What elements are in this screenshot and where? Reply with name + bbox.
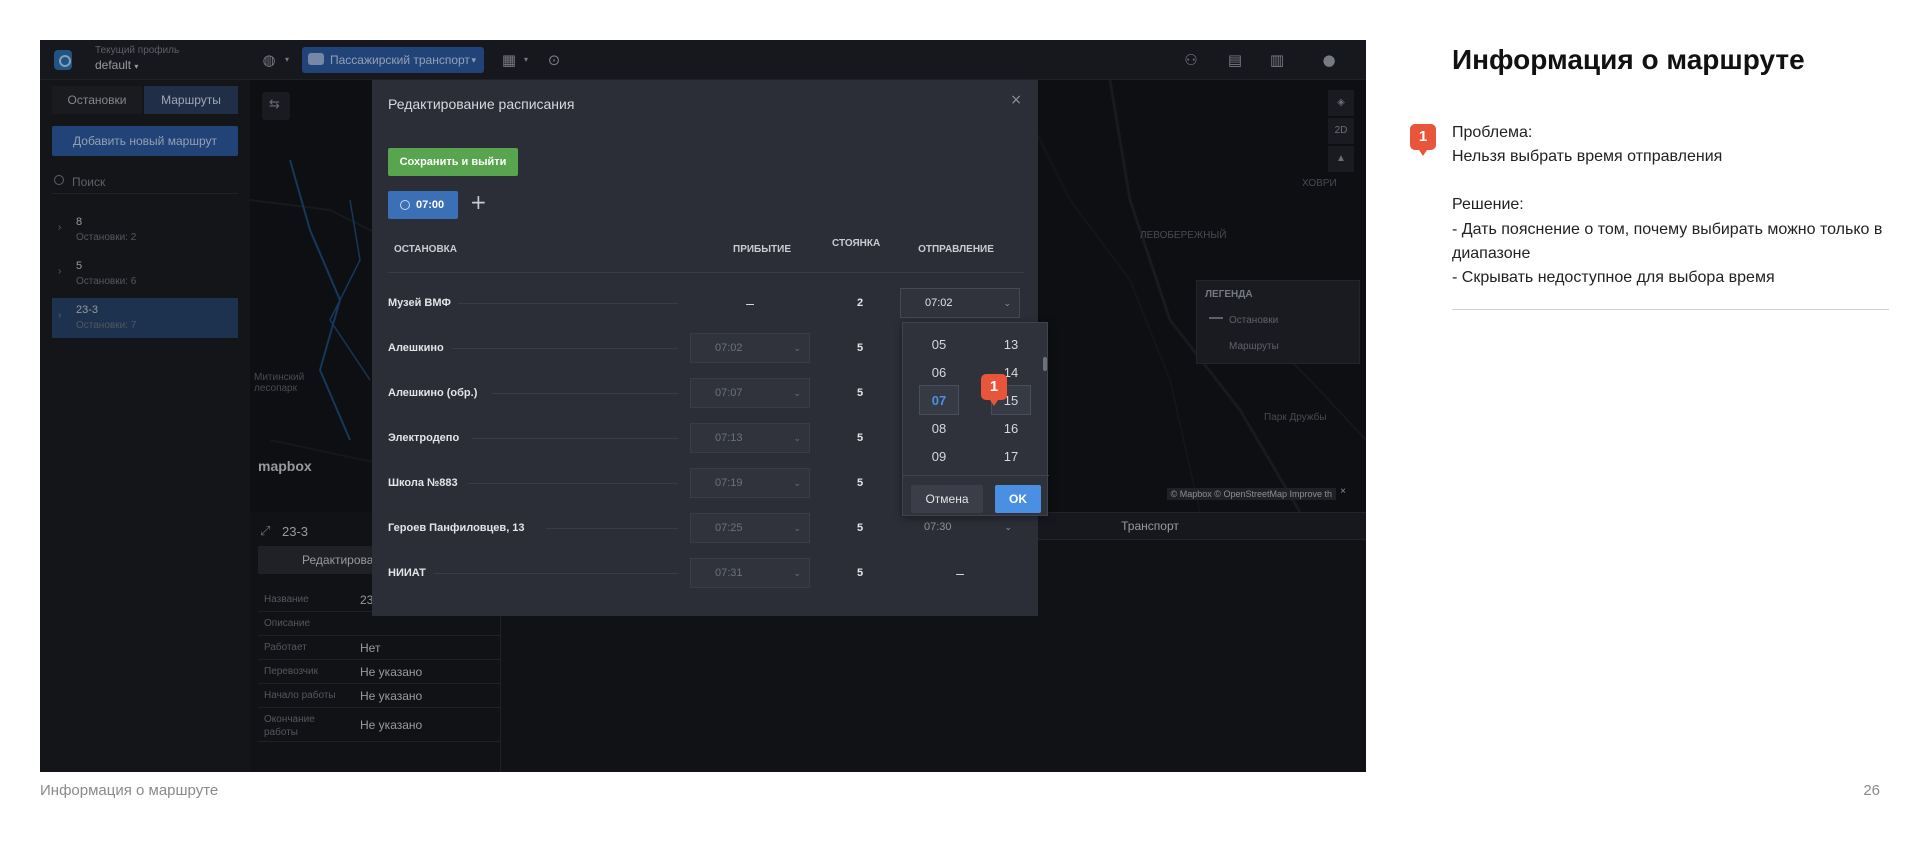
arrival-value: 07:07 <box>715 387 743 399</box>
table-row: НИИАТ 07:31 ⌄ 5 – <box>388 552 1028 597</box>
stop-name: Героев Панфиловцев, 13 <box>388 522 525 534</box>
divider <box>458 303 678 304</box>
chevron-down-icon: ⌄ <box>1003 298 1011 308</box>
add-time-button[interactable]: + <box>470 190 487 214</box>
minute-option[interactable]: 13 <box>991 337 1031 352</box>
column-header-arrival: ПРИБЫТИЕ <box>733 244 791 255</box>
divider <box>452 348 678 349</box>
stop-name: Музей ВМФ <box>388 297 451 309</box>
problem-text: Нельзя выбрать время отправления <box>1452 148 1723 165</box>
chevron-down-icon: ⌄ <box>793 433 801 443</box>
ok-button[interactable]: OK <box>995 485 1041 513</box>
hour-option[interactable]: 06 <box>919 365 959 380</box>
modal-title: Редактирование расписания <box>388 96 575 112</box>
minute-option[interactable]: 16 <box>991 421 1031 436</box>
departure-value: 07:02 <box>925 297 953 309</box>
chevron-down-icon: ⌄ <box>793 388 801 398</box>
arrival-value: 07:19 <box>715 477 743 489</box>
time-chip-label: 07:00 <box>416 199 445 211</box>
stay-value: 5 <box>856 387 864 399</box>
cancel-button[interactable]: Отмена <box>911 485 983 513</box>
header-divider <box>388 272 1024 273</box>
close-icon[interactable]: × <box>1010 92 1022 108</box>
annotation-marker: 1 <box>1410 124 1436 156</box>
arrival-value: 07:13 <box>715 432 743 444</box>
divider <box>434 573 678 574</box>
arrival-value: – <box>746 295 754 311</box>
hour-option[interactable]: 05 <box>919 337 959 352</box>
footer-caption: Информация о маршруте <box>40 782 219 799</box>
save-and-exit-button[interactable]: Сохранить и выйти <box>388 148 518 176</box>
annotation-marker: 1 <box>981 374 1007 406</box>
departure-select[interactable]: 07:02 ⌄ <box>900 288 1020 318</box>
divider <box>1452 309 1889 310</box>
hour-option[interactable]: 09 <box>919 449 959 464</box>
stop-name: Электродепо <box>388 432 460 444</box>
chevron-down-icon: ⌄ <box>793 478 801 488</box>
solution-item: - Скрывать недоступное для выбора время <box>1452 269 1775 286</box>
chevron-down-icon: ⌄ <box>793 343 801 353</box>
clock-icon <box>400 200 410 210</box>
column-header-stop: ОСТАНОВКА <box>394 244 457 255</box>
time-picker: 05 06 07 08 09 13 14 15 16 17 Отмена OK <box>902 322 1049 516</box>
divider <box>903 475 1049 476</box>
hour-option-selected[interactable]: 07 <box>919 393 959 408</box>
departure-value: 07:30 <box>924 521 952 533</box>
solution-item: - Дать пояснение о том, почему выбирать … <box>1452 221 1883 262</box>
arrival-select[interactable]: 07:31 ⌄ <box>690 558 810 588</box>
chevron-down-icon: ⌄ <box>793 568 801 578</box>
page-title: Информация о маршруте <box>1452 44 1805 75</box>
column-header-stay: СТОЯНКА <box>832 238 881 249</box>
stay-value: 5 <box>856 342 864 354</box>
departure-value: – <box>956 565 964 581</box>
minute-option[interactable]: 17 <box>991 449 1031 464</box>
departure-time-chip[interactable]: 07:00 <box>388 191 458 219</box>
departure-select[interactable]: 07:30 ⌄ <box>900 513 1020 543</box>
chevron-down-icon: ⌄ <box>1004 522 1012 532</box>
stay-value: 5 <box>856 522 864 534</box>
stop-name: Школа №883 <box>388 477 458 489</box>
stop-name: Алешкино <box>388 342 444 354</box>
page-number: 26 <box>1863 782 1880 799</box>
stay-value: 5 <box>856 432 864 444</box>
divider <box>472 438 678 439</box>
stop-name: НИИАТ <box>388 567 426 579</box>
stop-name: Алешкино (обр.) <box>388 387 478 399</box>
stay-value: 5 <box>856 477 864 489</box>
divider <box>492 393 678 394</box>
arrival-select[interactable]: 07:19 ⌄ <box>690 468 810 498</box>
solution-caption: Решение: <box>1452 196 1524 213</box>
scrollbar[interactable] <box>1043 357 1047 371</box>
arrival-value: 07:02 <box>715 342 743 354</box>
hour-option[interactable]: 08 <box>919 421 959 436</box>
divider <box>468 483 678 484</box>
table-row: Музей ВМФ – 2 07:02 ⌄ <box>388 282 1028 327</box>
column-header-departure: ОТПРАВЛЕНИЕ <box>918 244 994 255</box>
arrival-value: 07:31 <box>715 567 743 579</box>
arrival-select[interactable]: 07:07 ⌄ <box>690 378 810 408</box>
arrival-select[interactable]: 07:02 ⌄ <box>690 333 810 363</box>
arrival-select[interactable]: 07:13 ⌄ <box>690 423 810 453</box>
divider <box>546 528 678 529</box>
stay-value: 5 <box>856 567 864 579</box>
slide: Текущий профиль default ▾ ◍ ▾ Пассажирск… <box>0 0 1920 842</box>
stay-value: 2 <box>856 297 864 309</box>
arrival-select[interactable]: 07:25 ⌄ <box>690 513 810 543</box>
app-screenshot: Текущий профиль default ▾ ◍ ▾ Пассажирск… <box>40 40 1366 772</box>
problem-caption: Проблема: <box>1452 124 1533 141</box>
arrival-value: 07:25 <box>715 522 743 534</box>
chevron-down-icon: ⌄ <box>793 523 801 533</box>
